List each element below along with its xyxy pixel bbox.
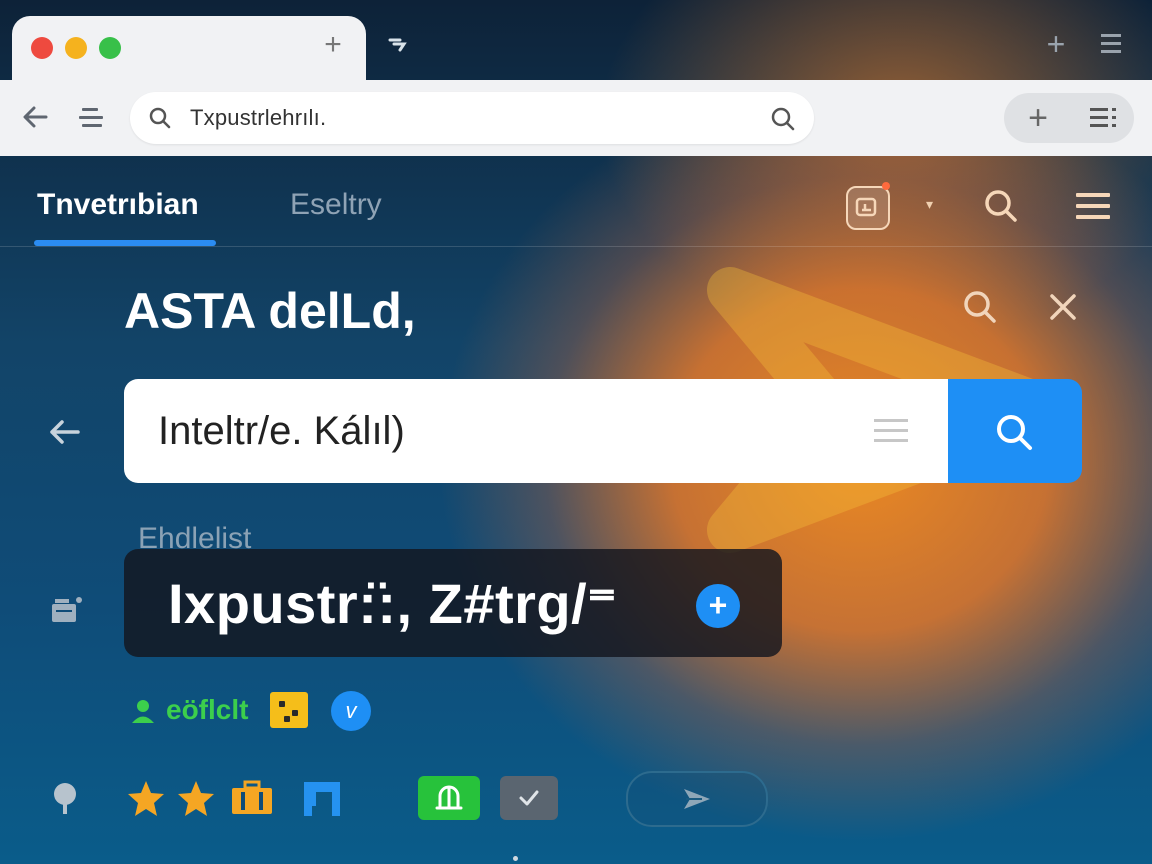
suggestion-text[interactable]: Ixpustr:̈:, Z#trg/⁼ [168,571,617,637]
suggestion-card[interactable]: Ixpustr:̈:, Z#trg/⁼ + [124,549,782,657]
star-icon[interactable] [176,778,216,818]
dice-icon[interactable] [270,692,308,728]
tab-primary[interactable]: Tnvetrıbian [37,188,199,222]
page-title: ASTA delLd, [124,283,416,339]
back-arrow-icon[interactable] [46,414,82,450]
nav-divider [0,246,1152,247]
hamburger-menu-icon[interactable] [1074,190,1112,222]
page-indicator-dot [513,856,518,861]
add-suggestion-button[interactable]: + [696,584,740,628]
flag-icon[interactable] [300,776,344,820]
toolbar-action-group: + [1004,93,1134,143]
search-button[interactable] [948,379,1082,483]
tab-favicon-icon[interactable] [386,32,410,56]
confirm-button[interactable] [418,776,480,820]
inbox-icon[interactable] [48,592,84,628]
close-window-button[interactable] [31,37,53,59]
chevron-down-icon[interactable]: ▾ [926,196,933,213]
check-button[interactable] [500,776,558,820]
home-icon [435,785,463,810]
menu-icon[interactable] [76,102,106,132]
filter-lines-icon[interactable] [872,415,910,447]
check-icon [519,790,539,806]
search-icon [149,107,171,129]
briefcase-icon[interactable] [230,780,274,816]
search-icon[interactable] [770,106,796,132]
app-switcher-button[interactable] [846,186,890,230]
verified-badge[interactable]: v [331,691,371,731]
status-label: eöflclt [166,694,249,725]
back-arrow-icon[interactable] [20,102,50,132]
star-icon[interactable] [126,778,166,818]
search-icon[interactable] [960,287,1000,327]
window-add-button[interactable]: + [1040,28,1072,60]
search-icon [997,415,1032,450]
minimize-window-button[interactable] [65,37,87,59]
address-bar-text[interactable]: Txpustrlehrılı. [190,105,326,131]
new-tab-button[interactable]: + [318,30,348,60]
pin-icon[interactable] [48,780,82,816]
search-icon[interactable] [982,187,1020,225]
send-button[interactable] [626,771,768,827]
window-menu-icon[interactable] [1098,30,1124,58]
tab-secondary[interactable]: Eseltry [290,188,382,222]
notification-dot [882,182,890,190]
address-bar[interactable]: Txpustrlehrılı. [130,92,814,144]
search-input-value[interactable]: Inteltr/e. Kálıl) [158,409,405,454]
person-icon [132,700,154,723]
list-icon[interactable] [1088,105,1118,131]
box-icon [855,197,877,217]
close-icon[interactable] [1044,288,1082,326]
search-input[interactable]: Inteltr/e. Kálıl) [124,379,948,483]
add-button[interactable]: + [1022,101,1054,135]
send-icon [684,789,710,809]
maximize-window-button[interactable] [99,37,121,59]
